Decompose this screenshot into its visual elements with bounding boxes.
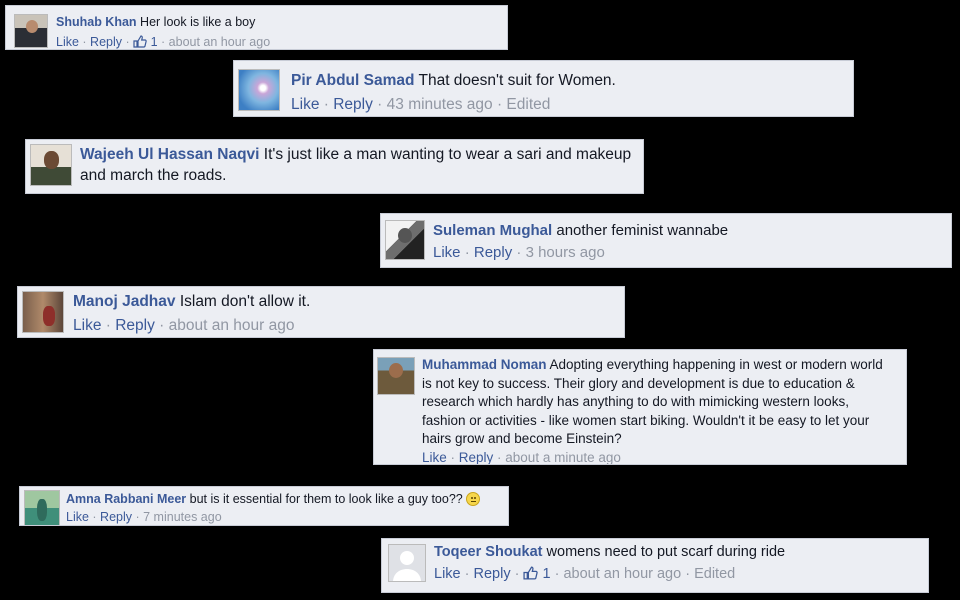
- comment-body: Shuhab Khan Her look is like a boy Like …: [56, 12, 497, 49]
- comment-body: Manoj Jadhav Islam don't allow it. Like …: [73, 290, 614, 337]
- avatar[interactable]: [24, 490, 60, 525]
- reply-link[interactable]: Reply: [90, 35, 122, 49]
- reply-link[interactable]: Reply: [474, 566, 511, 582]
- confused-face-icon: [466, 492, 481, 506]
- like-link[interactable]: Like: [291, 96, 319, 113]
- edited-label[interactable]: Edited: [506, 96, 550, 113]
- thumbs-up-icon: [523, 566, 539, 580]
- comment-text: but is it essential for them to look lik…: [189, 492, 463, 506]
- comment-body: Toqeer Shoukat womens need to put scarf …: [434, 541, 918, 585]
- comment-card: Amna Rabbani Meer but is it essential fo…: [19, 486, 509, 526]
- like-link[interactable]: Like: [433, 244, 461, 261]
- comment-time[interactable]: about an hour ago: [169, 35, 270, 49]
- like-link[interactable]: Like: [422, 450, 447, 465]
- comment-body: Pir Abdul Samad That doesn't suit for Wo…: [291, 69, 843, 116]
- reply-link[interactable]: Reply: [100, 510, 132, 524]
- comment-author[interactable]: Shuhab Khan: [56, 15, 137, 29]
- comment-author[interactable]: Suleman Mughal: [433, 222, 552, 239]
- comment-body: Amna Rabbani Meer but is it essential fo…: [66, 490, 498, 525]
- like-count[interactable]: 1: [523, 566, 551, 582]
- comment-card: Manoj Jadhav Islam don't allow it. Like …: [17, 286, 625, 338]
- reply-link[interactable]: Reply: [115, 317, 155, 334]
- comment-text: womens need to put scarf during ride: [546, 544, 786, 560]
- reply-link[interactable]: Reply: [459, 450, 494, 465]
- comment-text: another feminist wannabe: [556, 222, 729, 239]
- edited-label[interactable]: Edited: [694, 566, 735, 582]
- comment-actions: Like · Reply · 7 minutes ago: [66, 510, 222, 524]
- comment-actions: Like · Reply · 1 · about an hour ago: [56, 35, 271, 49]
- like-count-value: 1: [150, 35, 158, 49]
- comment-actions: Like · Reply · about a minute ago: [422, 449, 621, 465]
- comment-time[interactable]: 3 hours ago: [526, 244, 605, 261]
- avatar[interactable]: [14, 14, 48, 48]
- comment-actions: Like · Reply · 3 hours ago: [433, 244, 605, 261]
- comment-card: Toqeer Shoukat womens need to put scarf …: [381, 538, 929, 593]
- comment-author[interactable]: Amna Rabbani Meer: [66, 492, 186, 506]
- avatar[interactable]: [377, 357, 415, 395]
- thumbs-up-icon: [133, 35, 147, 48]
- comment-text: That doesn't suit for Women.: [418, 72, 616, 89]
- like-count[interactable]: 1: [133, 35, 158, 49]
- like-link[interactable]: Like: [434, 566, 461, 582]
- like-count-value: 1: [542, 566, 551, 582]
- comment-actions: Like · Reply · about an hour ago: [73, 317, 295, 334]
- comment-actions: Like · Reply · 43 minutes ago · Edited: [291, 96, 551, 113]
- avatar[interactable]: [385, 220, 425, 260]
- comment-card: Shuhab Khan Her look is like a boy Like …: [5, 5, 508, 50]
- comment-time[interactable]: about an hour ago: [169, 317, 295, 334]
- comment-text: Her look is like a boy: [140, 15, 256, 29]
- comment-body: Wajeeh Ul Hassan Naqvi It's just like a …: [80, 144, 633, 186]
- comment-time[interactable]: about a minute ago: [505, 450, 621, 465]
- comment-author[interactable]: Wajeeh Ul Hassan Naqvi: [80, 146, 259, 163]
- like-link[interactable]: Like: [73, 317, 101, 334]
- comment-text: Islam don't allow it.: [179, 293, 311, 310]
- like-link[interactable]: Like: [66, 510, 89, 524]
- comment-author[interactable]: Toqeer Shoukat: [434, 544, 543, 560]
- default-profile-icon: [393, 551, 421, 581]
- avatar[interactable]: [238, 69, 280, 111]
- comment-time[interactable]: 7 minutes ago: [143, 510, 222, 524]
- comment-card: Muhammad Noman Adopting everything happe…: [373, 349, 907, 465]
- avatar[interactable]: [30, 144, 72, 186]
- like-link[interactable]: Like: [56, 35, 79, 49]
- comment-time[interactable]: about an hour ago: [563, 566, 681, 582]
- comment-body: Muhammad Noman Adopting everything happe…: [422, 356, 896, 465]
- avatar[interactable]: [388, 544, 426, 582]
- reply-link[interactable]: Reply: [474, 244, 512, 261]
- comment-card: Wajeeh Ul Hassan Naqvi It's just like a …: [25, 139, 644, 194]
- comment-actions: Like · Reply · 1 · about an hour ago · E…: [434, 566, 736, 582]
- comment-time[interactable]: 43 minutes ago: [387, 96, 493, 113]
- avatar[interactable]: [22, 291, 64, 333]
- comment-author[interactable]: Manoj Jadhav: [73, 293, 176, 310]
- comment-card: Pir Abdul Samad That doesn't suit for Wo…: [233, 60, 854, 117]
- comment-card: Suleman Mughal another feminist wannabe …: [380, 213, 952, 268]
- comment-body: Suleman Mughal another feminist wannabe …: [433, 220, 941, 264]
- comment-author[interactable]: Pir Abdul Samad: [291, 72, 414, 89]
- reply-link[interactable]: Reply: [333, 96, 373, 113]
- comment-author[interactable]: Muhammad Noman: [422, 357, 547, 372]
